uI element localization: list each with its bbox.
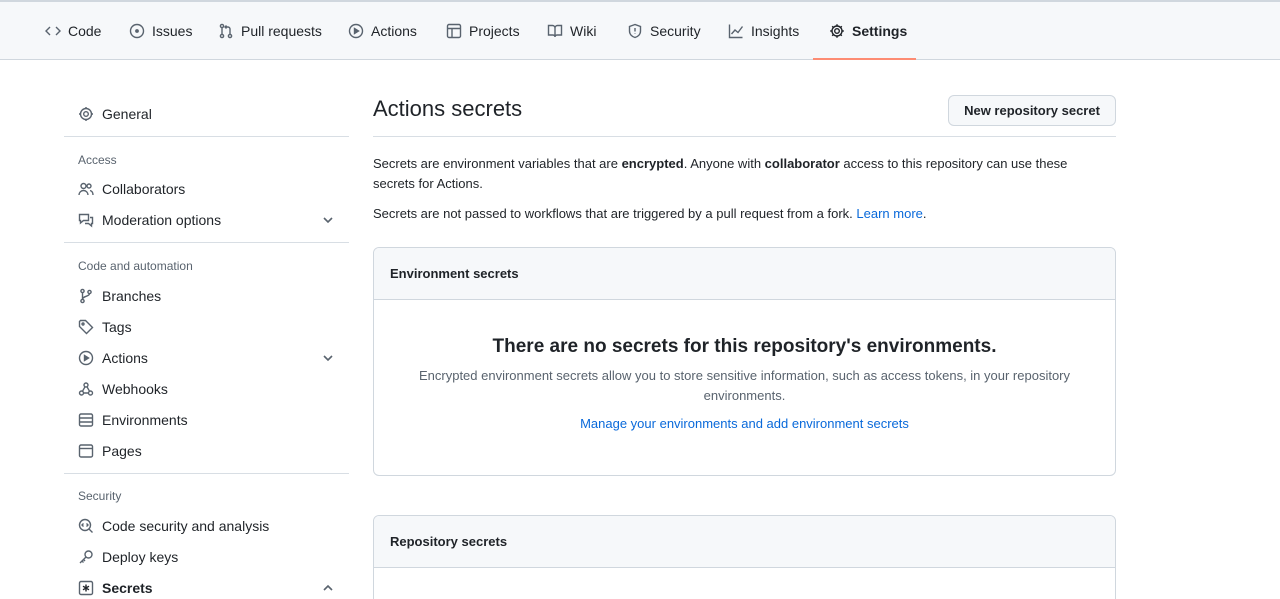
manage-environments-link-wrapper: Manage your environments and add environ… xyxy=(374,416,1115,431)
sidebar-item-label: Actions xyxy=(102,350,148,366)
chevron-down-icon xyxy=(323,217,333,224)
intro-text-bold: collaborator xyxy=(764,156,840,171)
codescan-icon xyxy=(78,518,93,533)
server-icon xyxy=(78,413,94,427)
new-repository-secret-button[interactable]: New repository secret xyxy=(948,95,1116,126)
sidebar-item-label: Collaborators xyxy=(102,181,186,197)
tab-label: Actions xyxy=(371,23,417,39)
people-icon xyxy=(78,182,94,196)
tag-icon xyxy=(78,319,94,335)
sidebar-item-label: Tags xyxy=(102,319,132,335)
fork-notice-part: . xyxy=(922,206,927,221)
tab-wiki[interactable]: Wiki xyxy=(547,2,596,60)
fork-notice-text: Secrets are not passed to workflows that… xyxy=(373,204,1103,224)
tab-issues[interactable]: Issues xyxy=(129,2,192,60)
sidebar-divider xyxy=(64,242,349,243)
key-icon xyxy=(79,550,93,564)
graph-icon xyxy=(728,24,744,39)
title-divider xyxy=(373,136,1116,137)
sidebar-item-label: Moderation options xyxy=(102,212,222,228)
sidebar-item-label: Webhooks xyxy=(102,381,168,397)
sidebar-item-label: Code security and analysis xyxy=(102,518,270,534)
sidebar-item-branches[interactable]: Branches xyxy=(78,284,348,308)
play-icon xyxy=(348,23,364,39)
repository-secrets-box: Repository secrets xyxy=(373,515,1116,599)
table-icon xyxy=(446,23,462,39)
sidebar-item-secrets[interactable]: Secrets xyxy=(78,576,348,599)
tab-settings[interactable]: Settings xyxy=(829,2,907,60)
tab-insights[interactable]: Insights xyxy=(728,2,799,60)
selected-tab-indicator xyxy=(813,58,916,60)
fork-notice-part: Secrets are not passed to workflows that… xyxy=(373,206,857,221)
tab-label: Issues xyxy=(152,23,193,39)
chevron-down-icon xyxy=(323,355,333,362)
sidebar-divider xyxy=(64,136,349,137)
sidebar-item-tags[interactable]: Tags xyxy=(78,315,348,339)
chevron-up-icon xyxy=(323,584,333,591)
sidebar-heading-access: Access xyxy=(78,153,117,167)
browser-icon xyxy=(78,444,94,458)
environment-secrets-box: Environment secrets There are no secrets… xyxy=(373,247,1116,476)
code-icon xyxy=(45,26,61,36)
issue-icon xyxy=(129,23,145,39)
play-icon xyxy=(78,350,94,366)
sidebar-item-environments[interactable]: Environments xyxy=(78,408,348,432)
tab-label: Wiki xyxy=(570,23,597,39)
book-icon xyxy=(547,24,563,38)
sidebar-item-label: Environments xyxy=(102,412,188,428)
comment-discussion-icon xyxy=(78,213,94,228)
tab-projects[interactable]: Projects xyxy=(446,2,520,60)
repository-secrets-header: Repository secrets xyxy=(374,516,1115,568)
tab-label: Projects xyxy=(469,23,520,39)
repo-nav: Code Issues Pull requests Actions Projec… xyxy=(0,0,1280,60)
manage-environments-link[interactable]: Manage your environments and add environ… xyxy=(580,416,909,431)
sidebar-item-collaborators[interactable]: Collaborators xyxy=(78,177,348,201)
sidebar-item-code-security[interactable]: Code security and analysis xyxy=(78,514,348,538)
sidebar-item-pages[interactable]: Pages xyxy=(78,439,348,463)
webhook-icon xyxy=(78,382,94,396)
tab-actions[interactable]: Actions xyxy=(348,2,417,60)
sidebar-item-label: General xyxy=(102,106,152,122)
tab-label: Settings xyxy=(852,23,908,39)
tab-security[interactable]: Security xyxy=(627,2,701,60)
tab-label: Insights xyxy=(751,23,800,39)
sidebar-item-actions[interactable]: Actions xyxy=(78,346,348,370)
learn-more-link[interactable]: Learn more xyxy=(856,206,922,221)
key-asterisk-icon xyxy=(78,580,94,596)
blank-state-description: Encrypted environment secrets allow you … xyxy=(418,368,1071,403)
git-branch-icon xyxy=(80,288,92,304)
tab-pull-requests[interactable]: Pull requests xyxy=(218,2,322,60)
sidebar-heading-security: Security xyxy=(78,489,122,503)
intro-text-bold: encrypted xyxy=(621,156,684,171)
pull-request-icon xyxy=(219,23,233,39)
sidebar-heading-code-automation: Code and automation xyxy=(78,259,193,273)
tab-label: Code xyxy=(68,23,102,39)
intro-text-part: . Anyone with xyxy=(683,156,765,171)
page-title: Actions secrets xyxy=(373,96,523,121)
tab-label: Pull requests xyxy=(241,23,322,39)
sidebar-item-general[interactable]: General xyxy=(78,102,348,126)
sidebar-item-moderation[interactable]: Moderation options xyxy=(78,208,348,232)
sidebar-item-webhooks[interactable]: Webhooks xyxy=(78,377,348,401)
sidebar-item-label: Branches xyxy=(102,288,162,304)
gear-icon xyxy=(830,24,844,38)
secrets-intro-text: Secrets are environment variables that a… xyxy=(373,154,1103,194)
blank-state-title: There are no secrets for this repository… xyxy=(492,336,997,357)
sidebar-item-label: Secrets xyxy=(102,580,153,596)
sidebar-item-deploy-keys[interactable]: Deploy keys xyxy=(78,545,348,569)
tab-label: Security xyxy=(650,23,701,39)
shield-icon xyxy=(628,23,642,39)
intro-text-part: Secrets are environment variables that a… xyxy=(373,156,622,171)
tab-code[interactable]: Code xyxy=(45,2,101,60)
sidebar-item-label: Deploy keys xyxy=(102,549,179,565)
sidebar-item-label: Pages xyxy=(102,443,142,459)
gear-icon xyxy=(79,107,93,121)
sidebar-divider xyxy=(64,473,349,474)
environment-secrets-header: Environment secrets xyxy=(374,248,1115,300)
